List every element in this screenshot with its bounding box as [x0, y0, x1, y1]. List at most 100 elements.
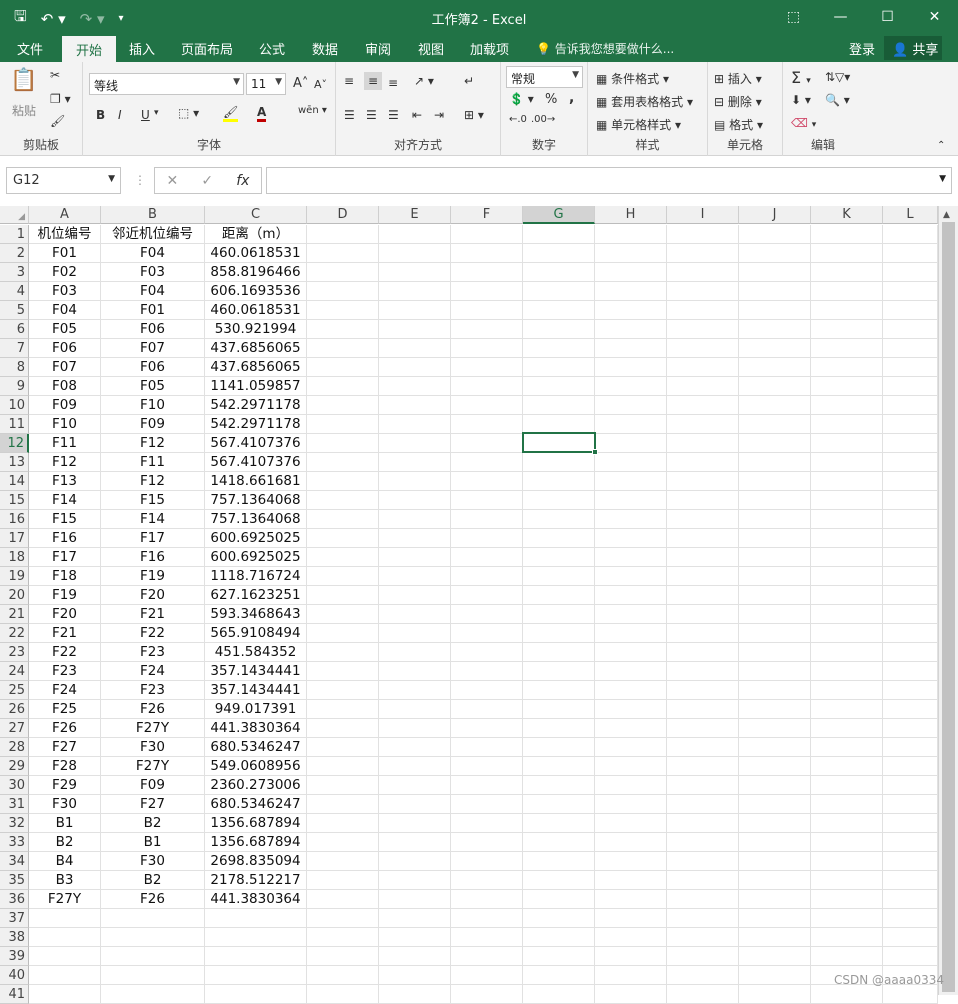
cell-l20[interactable]	[883, 586, 938, 605]
cell-d15[interactable]	[307, 491, 379, 510]
cell-d8[interactable]	[307, 358, 379, 377]
cell-f23[interactable]	[451, 643, 523, 662]
cell-d17[interactable]	[307, 529, 379, 548]
cell-g6[interactable]	[523, 320, 595, 339]
delete-cells-button[interactable]: ⊟ 删除 ▾	[714, 93, 762, 110]
cell-a18[interactable]: F17	[29, 548, 101, 567]
cell-e25[interactable]	[379, 681, 451, 700]
cell-f37[interactable]	[451, 909, 523, 928]
chevron-down-icon[interactable]: ▾	[154, 108, 159, 118]
cell-d21[interactable]	[307, 605, 379, 624]
cell-l31[interactable]	[883, 795, 938, 814]
cell-h13[interactable]	[595, 453, 667, 472]
cell-g34[interactable]	[523, 852, 595, 871]
cell-b31[interactable]: F27	[101, 795, 205, 814]
row-header[interactable]: 35	[0, 871, 29, 890]
cell-i26[interactable]	[667, 700, 739, 719]
cell-d37[interactable]	[307, 909, 379, 928]
cell-e37[interactable]	[379, 909, 451, 928]
cell-i25[interactable]	[667, 681, 739, 700]
row-header[interactable]: 31	[0, 795, 29, 814]
cell-l26[interactable]	[883, 700, 938, 719]
tab-review[interactable]: 审阅	[365, 39, 391, 58]
cell-c22[interactable]: 565.9108494	[205, 624, 307, 643]
cell-e22[interactable]	[379, 624, 451, 643]
cell-d34[interactable]	[307, 852, 379, 871]
cell-h2[interactable]	[595, 244, 667, 263]
cell-b38[interactable]	[101, 928, 205, 947]
paste-icon[interactable]: 📋	[10, 68, 37, 93]
cell-e9[interactable]	[379, 377, 451, 396]
cell-d23[interactable]	[307, 643, 379, 662]
cell-e38[interactable]	[379, 928, 451, 947]
cell-j15[interactable]	[739, 491, 811, 510]
cell-e14[interactable]	[379, 472, 451, 491]
cell-h6[interactable]	[595, 320, 667, 339]
cell-b17[interactable]: F17	[101, 529, 205, 548]
cell-j31[interactable]	[739, 795, 811, 814]
row-header[interactable]: 12	[0, 434, 29, 453]
cell-a40[interactable]	[29, 966, 101, 985]
tab-insert[interactable]: 插入	[129, 39, 155, 58]
cell-a26[interactable]: F25	[29, 700, 101, 719]
cell-h20[interactable]	[595, 586, 667, 605]
cell-e27[interactable]	[379, 719, 451, 738]
cell-l9[interactable]	[883, 377, 938, 396]
cell-e33[interactable]	[379, 833, 451, 852]
cell-c16[interactable]: 757.1364068	[205, 510, 307, 529]
bold-button[interactable]: B	[96, 108, 105, 122]
cell-a24[interactable]: F23	[29, 662, 101, 681]
cell-i28[interactable]	[667, 738, 739, 757]
column-header-e[interactable]: E	[379, 206, 451, 224]
cell-g3[interactable]	[523, 263, 595, 282]
tab-file[interactable]: 文件	[17, 39, 43, 58]
column-header-l[interactable]: L	[883, 206, 938, 224]
cell-a6[interactable]: F05	[29, 320, 101, 339]
cell-f27[interactable]	[451, 719, 523, 738]
cell-e16[interactable]	[379, 510, 451, 529]
cell-f28[interactable]	[451, 738, 523, 757]
row-header[interactable]: 9	[0, 377, 29, 396]
cell-g17[interactable]	[523, 529, 595, 548]
cell-a7[interactable]: F06	[29, 339, 101, 358]
cell-g20[interactable]	[523, 586, 595, 605]
row-header[interactable]: 23	[0, 643, 29, 662]
row-header[interactable]: 16	[0, 510, 29, 529]
cell-h7[interactable]	[595, 339, 667, 358]
increase-indent-icon[interactable]: ⇥	[434, 108, 444, 122]
cell-g32[interactable]	[523, 814, 595, 833]
font-color-icon[interactable]: A	[257, 105, 267, 122]
cell-l30[interactable]	[883, 776, 938, 795]
row-header[interactable]: 32	[0, 814, 29, 833]
cell-g38[interactable]	[523, 928, 595, 947]
cell-b11[interactable]: F09	[101, 415, 205, 434]
cell-h29[interactable]	[595, 757, 667, 776]
login-link[interactable]: 登录	[849, 39, 875, 58]
row-header[interactable]: 21	[0, 605, 29, 624]
tab-addins[interactable]: 加载项	[470, 39, 509, 58]
cell-i35[interactable]	[667, 871, 739, 890]
cell-d9[interactable]	[307, 377, 379, 396]
cell-g8[interactable]	[523, 358, 595, 377]
cell-a13[interactable]: F12	[29, 453, 101, 472]
cell-e8[interactable]	[379, 358, 451, 377]
cell-k12[interactable]	[811, 434, 883, 453]
cell-j11[interactable]	[739, 415, 811, 434]
cell-c1[interactable]: 距离（m）	[205, 225, 307, 244]
cell-j19[interactable]	[739, 567, 811, 586]
cell-i11[interactable]	[667, 415, 739, 434]
cell-g37[interactable]	[523, 909, 595, 928]
cell-a35[interactable]: B3	[29, 871, 101, 890]
cell-f10[interactable]	[451, 396, 523, 415]
cell-b40[interactable]	[101, 966, 205, 985]
cell-c39[interactable]	[205, 947, 307, 966]
cell-f21[interactable]	[451, 605, 523, 624]
cell-f39[interactable]	[451, 947, 523, 966]
cell-g5[interactable]	[523, 301, 595, 320]
align-bottom-icon[interactable]: ≡	[388, 76, 398, 90]
cell-g25[interactable]	[523, 681, 595, 700]
cell-f1[interactable]	[451, 225, 523, 244]
cell-a34[interactable]: B4	[29, 852, 101, 871]
cell-j29[interactable]	[739, 757, 811, 776]
cell-c40[interactable]	[205, 966, 307, 985]
